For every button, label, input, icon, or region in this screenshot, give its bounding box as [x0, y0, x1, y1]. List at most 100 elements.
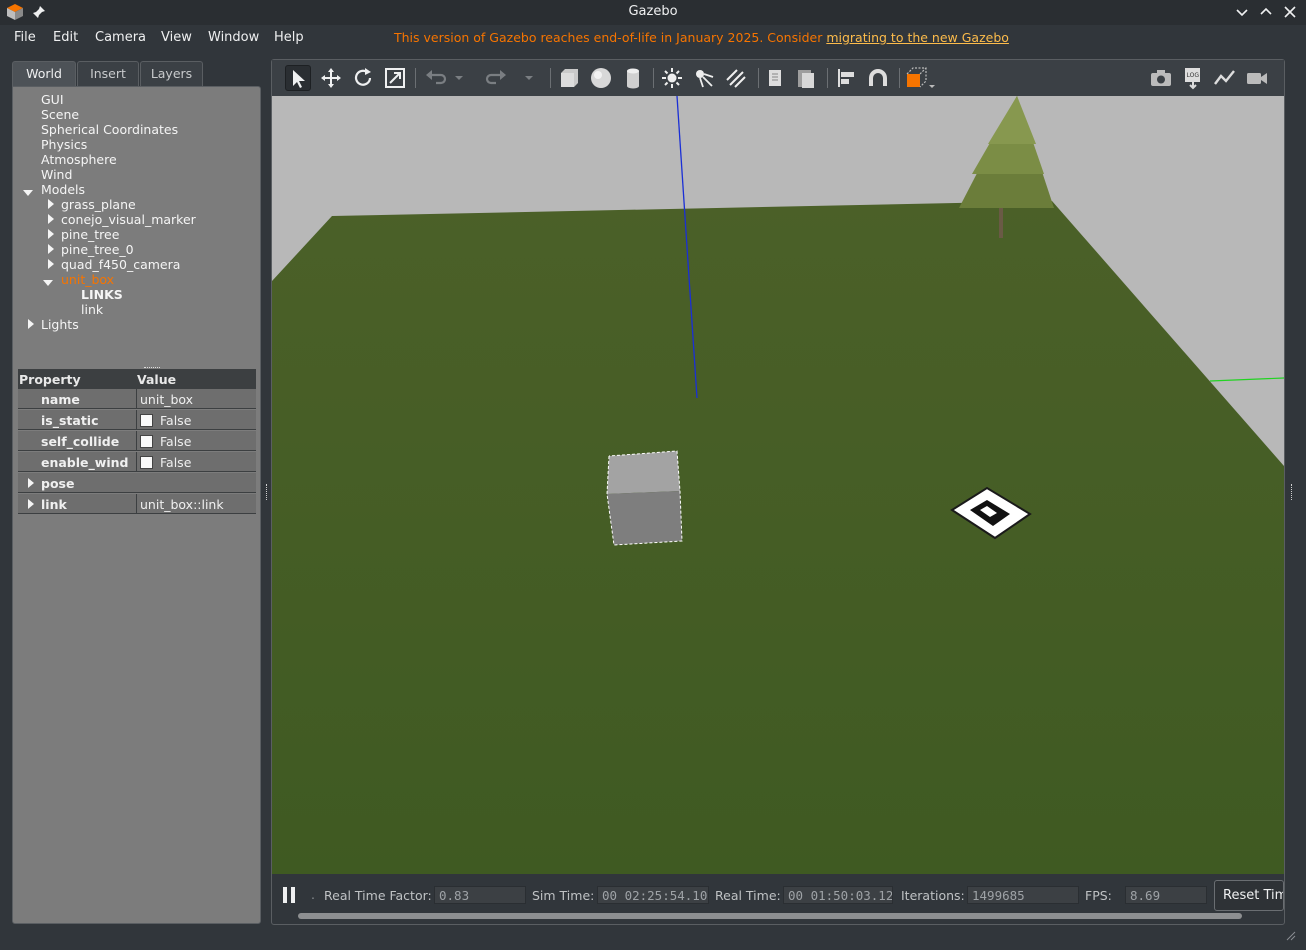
property-row-self-collide[interactable]: self_collide False: [18, 431, 256, 451]
unit-box[interactable]: [606, 450, 683, 546]
tree-item-unit-box-selected[interactable]: unit_box: [61, 272, 114, 287]
self-collide-checkbox[interactable]: [140, 435, 153, 448]
tree-item-atmosphere[interactable]: Atmosphere: [41, 152, 117, 167]
collapsed-arrow-icon[interactable]: [46, 244, 56, 254]
property-row-pose[interactable]: pose: [18, 473, 256, 493]
box-icon: [561, 69, 578, 87]
tree-item-links-header: LINKS: [81, 287, 123, 302]
real-time-label: Real Time:: [715, 888, 781, 903]
collapsed-arrow-icon[interactable]: [46, 229, 56, 239]
select-mode-button[interactable]: [285, 65, 311, 91]
cylinder-shape-button[interactable]: [620, 65, 646, 91]
migration-link[interactable]: migrating to the new Gazebo: [826, 30, 1009, 45]
undo-button[interactable]: [422, 65, 448, 91]
box-shape-button[interactable]: [556, 65, 582, 91]
snap-button[interactable]: [865, 65, 891, 91]
screenshot-button[interactable]: [1148, 65, 1174, 91]
tree-item-model[interactable]: pine_tree_0: [61, 242, 134, 257]
end-of-life-notice: This version of Gazebo reaches end-of-li…: [394, 30, 1009, 45]
dropdown-arrow-icon: [525, 76, 533, 80]
collapsed-arrow-icon[interactable]: [26, 499, 36, 509]
log-button[interactable]: LOG: [1180, 65, 1206, 91]
property-row-enable-wind[interactable]: enable_wind False: [18, 452, 256, 472]
paste-button[interactable]: [793, 65, 819, 91]
is-static-checkbox[interactable]: [140, 414, 153, 427]
property-row-name[interactable]: name unit_box: [18, 389, 256, 409]
scale-mode-button[interactable]: [382, 65, 408, 91]
tab-insert[interactable]: Insert: [77, 61, 139, 86]
fps-label: FPS:: [1085, 888, 1112, 903]
expanded-arrow-icon[interactable]: [23, 188, 33, 198]
tree-item-model[interactable]: conejo_visual_marker: [61, 212, 196, 227]
change-view-button[interactable]: [904, 65, 938, 91]
enable-wind-checkbox[interactable]: [140, 456, 153, 469]
toolbar-separator: [758, 68, 759, 88]
undo-icon: [426, 70, 447, 85]
menu-file[interactable]: File: [14, 30, 36, 45]
tree-item-gui[interactable]: GUI: [41, 92, 64, 107]
point-light-button[interactable]: [659, 65, 685, 91]
log-icon: LOG: [1185, 68, 1200, 90]
directional-light-button[interactable]: [723, 65, 749, 91]
tree-item-spherical[interactable]: Spherical Coordinates: [41, 122, 178, 137]
menu-camera[interactable]: Camera: [95, 30, 146, 45]
notice-text: This version of Gazebo reaches end-of-li…: [394, 30, 827, 45]
column-divider: [136, 494, 137, 514]
minimize-icon[interactable]: [1234, 4, 1250, 20]
world-panel: GUI Scene Spherical Coordinates Physics …: [12, 86, 261, 924]
redo-history-button[interactable]: [522, 65, 536, 91]
translate-mode-button[interactable]: [318, 65, 344, 91]
menu-view[interactable]: View: [161, 30, 192, 45]
property-row-is-static[interactable]: is_static False: [18, 410, 256, 430]
rotate-mode-button[interactable]: [350, 65, 376, 91]
maximize-icon[interactable]: [1258, 4, 1274, 20]
left-splitter-handle[interactable]: [266, 484, 268, 500]
property-row-link[interactable]: link unit_box::link: [18, 494, 256, 514]
record-video-button[interactable]: [1244, 65, 1270, 91]
tree-item-wind[interactable]: Wind: [41, 167, 72, 182]
tree-item-model[interactable]: pine_tree: [61, 227, 119, 242]
dropdown-arrow-icon: [455, 76, 463, 80]
tree-item-model[interactable]: grass_plane: [61, 197, 136, 212]
plot-button[interactable]: [1212, 65, 1238, 91]
pause-icon[interactable]: [282, 886, 296, 904]
tab-layers[interactable]: Layers: [140, 61, 203, 86]
property-key: self_collide: [41, 434, 120, 449]
collapsed-arrow-icon[interactable]: [26, 478, 36, 488]
horizontal-scrollbar[interactable]: [298, 913, 1242, 919]
3d-viewport[interactable]: [272, 96, 1284, 874]
menu-help[interactable]: Help: [274, 30, 304, 45]
tree-item-model[interactable]: quad_f450_camera: [61, 257, 180, 272]
close-icon[interactable]: [1282, 4, 1298, 20]
tree-item-link[interactable]: link: [81, 302, 103, 317]
column-divider: [136, 410, 137, 430]
collapsed-arrow-icon[interactable]: [46, 199, 56, 209]
spot-light-button[interactable]: [691, 65, 717, 91]
grass-plane[interactable]: [272, 201, 1284, 874]
paste-icon: [798, 70, 814, 88]
align-button[interactable]: [833, 65, 859, 91]
collapsed-arrow-icon[interactable]: [26, 319, 36, 329]
right-splitter-handle[interactable]: [1291, 484, 1293, 500]
undo-history-button[interactable]: [452, 65, 466, 91]
property-value: False: [160, 455, 192, 470]
sphere-shape-button[interactable]: [588, 65, 614, 91]
toolbar-separator: [827, 68, 828, 88]
reset-time-button[interactable]: Reset Time: [1214, 880, 1284, 911]
tab-world[interactable]: World: [12, 61, 76, 86]
menu-window[interactable]: Window: [208, 30, 259, 45]
collapsed-arrow-icon[interactable]: [46, 259, 56, 269]
copy-button[interactable]: [763, 65, 789, 91]
expanded-arrow-icon[interactable]: [43, 278, 53, 288]
collapsed-arrow-icon[interactable]: [46, 214, 56, 224]
rotate-icon: [354, 68, 372, 86]
redo-button[interactable]: [484, 65, 510, 91]
tree-item-lights[interactable]: Lights: [41, 317, 79, 332]
tree-item-physics[interactable]: Physics: [41, 137, 87, 152]
tree-item-scene[interactable]: Scene: [41, 107, 79, 122]
real-time-factor-field: 0.83: [434, 886, 526, 904]
tree-item-models[interactable]: Models: [41, 182, 85, 197]
menu-edit[interactable]: Edit: [53, 30, 78, 45]
toolbar-separator: [415, 68, 416, 88]
resize-grip-icon[interactable]: [1284, 929, 1296, 941]
